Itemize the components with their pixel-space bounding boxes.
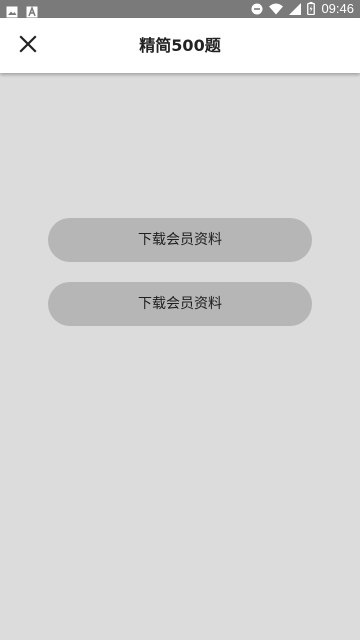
wifi-icon [269, 0, 284, 19]
status-time: 09:46 [321, 1, 354, 16]
close-button[interactable] [10, 28, 46, 64]
status-bar: 09:46 [0, 0, 360, 18]
battery-icon [307, 0, 316, 19]
close-icon [19, 35, 37, 57]
cellular-signal-icon [289, 0, 302, 19]
page-title: 精简500题 [139, 36, 221, 55]
main-content: 下载会员资料 下载会员资料 [0, 73, 360, 640]
status-right-icons: 09:46 [251, 1, 354, 17]
download-member-materials-button[interactable]: 下载会员资料 [48, 282, 312, 326]
app-bar: 精简500题 [0, 18, 360, 73]
do-not-disturb-icon [251, 0, 263, 19]
download-member-materials-button[interactable]: 下载会员资料 [48, 218, 312, 262]
